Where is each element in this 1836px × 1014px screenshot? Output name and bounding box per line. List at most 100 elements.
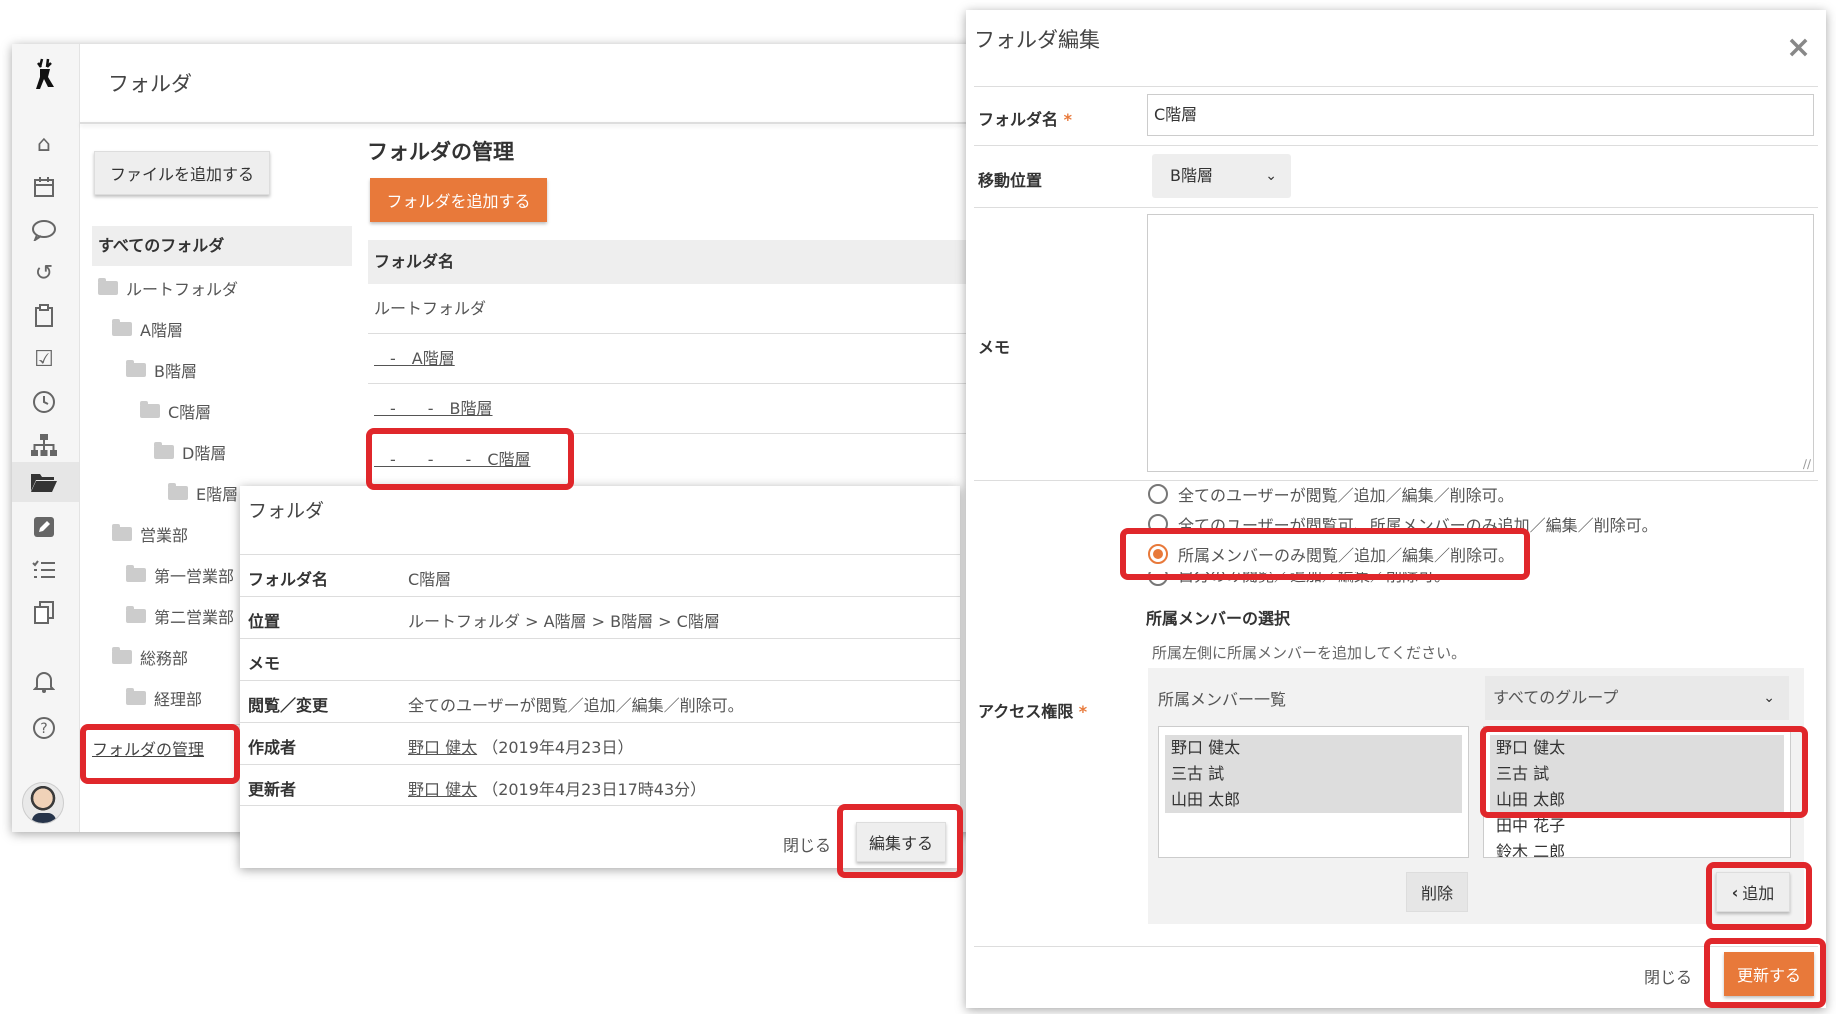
- folder-icon: [126, 688, 146, 705]
- avatar[interactable]: [22, 782, 64, 824]
- folder-icon: [126, 360, 146, 377]
- folder-manage-link[interactable]: フォルダの管理: [92, 736, 204, 760]
- edit-row-move: [974, 146, 1818, 208]
- detail-row-updater: 更新者 野口 健太 （2019年4月23日17時43分）: [240, 764, 960, 806]
- calendar-icon[interactable]: [28, 173, 60, 201]
- list-item[interactable]: 田中 花子: [1490, 813, 1784, 839]
- access-section-divider: [974, 946, 1818, 947]
- tree-item-sales-2[interactable]: 第二営業部: [126, 604, 234, 628]
- history-icon[interactable]: ↺: [28, 259, 60, 287]
- memo-textarea[interactable]: ∕∕: [1147, 214, 1814, 472]
- folder-name-input[interactable]: C階層: [1147, 94, 1814, 136]
- radio-icon: [1148, 572, 1168, 586]
- home-icon[interactable]: ⌂: [28, 130, 60, 158]
- resize-handle-icon[interactable]: ∕∕: [1803, 457, 1811, 471]
- tree-item-b[interactable]: B階層: [126, 358, 197, 382]
- radio-option-view-all[interactable]: 全てのユーザーが閲覧可、所属メンバーのみ追加／編集／削除可。: [1148, 512, 1658, 536]
- edit-row-divider: [974, 480, 1818, 481]
- chevron-down-icon: ⌄: [1265, 168, 1277, 184]
- memo-label: メモ: [978, 338, 1011, 357]
- sidebar: ⌂ ↺ ☑ ?: [12, 44, 80, 832]
- delete-button[interactable]: 削除: [1406, 872, 1468, 912]
- tree-item-c[interactable]: C階層: [140, 399, 211, 423]
- page-title: フォルダ: [108, 72, 192, 96]
- deer-logo-icon[interactable]: [28, 58, 60, 90]
- help-icon[interactable]: ?: [28, 714, 60, 742]
- members-panel: 所属メンバー一覧 すべてのグループ ⌄ 野口 健太 三古 試 山田 太郎 野口 健…: [1148, 668, 1804, 924]
- manage-heading: フォルダの管理: [367, 140, 514, 164]
- org-chart-icon[interactable]: [28, 431, 60, 459]
- tree-item-sales-1[interactable]: 第一営業部: [126, 563, 234, 587]
- folder-icon: [112, 647, 132, 664]
- folder-icon: [154, 442, 174, 459]
- name-label: フォルダ名 *: [978, 110, 1072, 129]
- tree-item-d[interactable]: D階層: [154, 440, 226, 464]
- table-row[interactable]: ルートフォルダ: [368, 284, 1012, 334]
- bell-icon[interactable]: [28, 668, 60, 696]
- table-row[interactable]: - - B階層: [368, 384, 1012, 434]
- close-icon[interactable]: ×: [1786, 30, 1811, 65]
- radio-option-members[interactable]: 所属メンバーのみ閲覧／追加／編集／削除可。: [1148, 542, 1514, 566]
- folder-icon: [112, 319, 132, 336]
- radio-selected-icon: [1148, 544, 1168, 564]
- list-item[interactable]: 山田 太郎: [1165, 787, 1462, 813]
- folder-icon: [126, 606, 146, 623]
- table-row[interactable]: - A階層: [368, 334, 1012, 384]
- left-member-list[interactable]: 野口 健太 三古 試 山田 太郎: [1158, 726, 1469, 858]
- tree-item-a[interactable]: A階層: [112, 317, 183, 341]
- list-item[interactable]: 野口 健太: [1490, 735, 1784, 761]
- tree-item-accounting[interactable]: 経理部: [126, 686, 202, 710]
- list-item[interactable]: 鈴木 二郎: [1490, 839, 1784, 857]
- tree-item-sales[interactable]: 営業部: [112, 522, 188, 546]
- svg-text:?: ?: [40, 721, 47, 737]
- detail-close-button[interactable]: 閉じる: [783, 832, 831, 856]
- member-list-label: 所属メンバー一覧: [1158, 690, 1287, 709]
- list-item[interactable]: 三古 試: [1165, 761, 1462, 787]
- folder-icon: [112, 524, 132, 541]
- add-folder-button[interactable]: フォルダを追加する: [370, 178, 547, 222]
- edit-close-button[interactable]: 閉じる: [1644, 964, 1692, 988]
- update-button[interactable]: 更新する: [1724, 952, 1814, 996]
- list-item[interactable]: 野口 健太: [1165, 735, 1462, 761]
- detail-row-creator: 作成者 野口 健太 （2019年4月23日）: [240, 722, 960, 764]
- list-item[interactable]: 山田 太郎: [1490, 787, 1784, 813]
- header-divider: [80, 122, 1012, 124]
- clock-icon[interactable]: [28, 388, 60, 416]
- radio-icon: [1148, 484, 1168, 504]
- creator-link[interactable]: 野口 健太: [408, 738, 477, 757]
- members-heading: 所属メンバーの選択: [1146, 609, 1291, 628]
- folder-icon: [168, 483, 188, 500]
- edit-icon[interactable]: [28, 513, 60, 541]
- checkbox-icon[interactable]: ☑: [28, 345, 60, 373]
- radio-icon: [1148, 514, 1168, 534]
- add-file-button[interactable]: ファイルを追加する: [94, 151, 270, 195]
- add-member-button[interactable]: ‹ 追加: [1716, 872, 1790, 912]
- chat-icon[interactable]: [28, 216, 60, 244]
- table-row[interactable]: - - - C階層: [368, 434, 1012, 486]
- tree-item-e[interactable]: E階層: [168, 481, 238, 505]
- copy-icon[interactable]: [28, 599, 60, 627]
- folder-icon: [126, 565, 146, 582]
- detail-row-memo: メモ: [240, 638, 960, 680]
- all-folders-header[interactable]: すべてのフォルダ: [92, 226, 352, 266]
- tree-item-root[interactable]: ルートフォルダ: [98, 276, 238, 300]
- right-member-list[interactable]: 野口 健太 三古 試 山田 太郎 田中 花子 鈴木 二郎: [1483, 726, 1791, 858]
- radio-option-self[interactable]: 自分のみ閲覧／追加／編集／削除可。: [1148, 572, 1450, 586]
- clipboard-icon[interactable]: [28, 302, 60, 330]
- updater-link[interactable]: 野口 健太: [408, 780, 477, 799]
- folder-open-icon[interactable]: [28, 468, 60, 496]
- access-label: アクセス権限 *: [978, 702, 1088, 721]
- detail-row-access: 閲覧／変更 全てのユーザーが閲覧／追加／編集／削除可。: [240, 680, 960, 722]
- list-item[interactable]: 三古 試: [1490, 761, 1784, 787]
- tree-item-general[interactable]: 総務部: [112, 645, 188, 669]
- folder-icon: [140, 401, 160, 418]
- detail-title: フォルダ: [248, 500, 325, 522]
- edit-button[interactable]: 編集する: [856, 822, 946, 862]
- edit-title: フォルダ編集: [974, 28, 1100, 52]
- radio-option-all[interactable]: 全てのユーザーが閲覧／追加／編集／削除可。: [1148, 482, 1514, 506]
- folder-detail-dialog: フォルダ フォルダ名 C階層 位置 ルートフォルダ > A階層 > B階層 > …: [240, 486, 960, 868]
- list-icon[interactable]: [28, 556, 60, 584]
- chevron-down-icon: ⌄: [1763, 690, 1775, 706]
- group-select[interactable]: すべてのグループ ⌄: [1485, 676, 1789, 720]
- move-select[interactable]: B階層 ⌄: [1152, 154, 1291, 198]
